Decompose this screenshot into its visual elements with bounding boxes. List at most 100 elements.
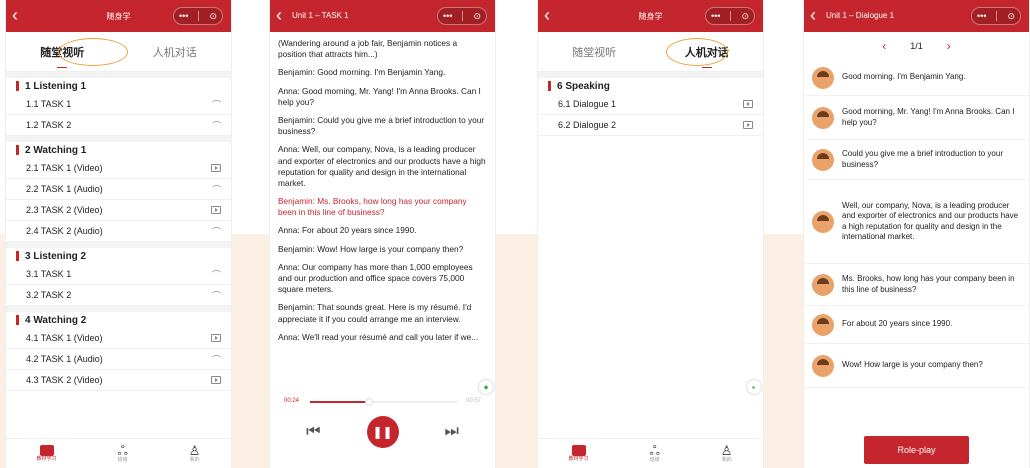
- transcript-line[interactable]: Benjamin: Ms. Brooks, how long has your …: [278, 196, 487, 218]
- book-icon: [571, 444, 586, 456]
- message-text: Well, our company, Nova, is a leading pr…: [842, 200, 1019, 241]
- transcript-line[interactable]: Benjamin: Good morning. I'm Benjamin Yan…: [278, 67, 487, 78]
- list-item[interactable]: 4.2 TASK 1 (Audio) ⌒: [6, 349, 231, 370]
- message-item[interactable]: Ms. Brooks, how long has your company be…: [804, 264, 1029, 306]
- transcript-line[interactable]: Anna: We'll read your résumé and call yo…: [278, 332, 487, 343]
- list-item[interactable]: 4.1 TASK 1 (Video): [6, 328, 231, 349]
- nav-textbook[interactable]: 教材学习: [37, 444, 57, 463]
- previous-icon[interactable]: ⏮: [306, 423, 320, 441]
- video-icon: [211, 376, 221, 384]
- video-icon: [211, 206, 221, 214]
- back-icon[interactable]: ‹: [810, 6, 816, 24]
- more-icon[interactable]: •••: [711, 11, 720, 21]
- transcript-line[interactable]: Benjamin: That sounds great. Here is my …: [278, 302, 487, 324]
- bottom-nav: 教材学习 ஃ 班级 ♙ 我的: [538, 438, 763, 468]
- dialogue-list: 6.1 Dialogue 1 6.2 Dialogue 2: [538, 94, 763, 136]
- list-item[interactable]: 1.1 TASK 1 ⌒: [6, 94, 231, 115]
- profile-icon: ♙: [188, 442, 201, 458]
- back-icon[interactable]: ‹: [276, 6, 282, 24]
- back-icon[interactable]: ‹: [544, 6, 550, 24]
- more-icon[interactable]: •••: [977, 11, 986, 21]
- avatar: [812, 148, 834, 171]
- list-item[interactable]: 2.4 TASK 2 (Audio) ⌒: [6, 221, 231, 242]
- headphones-icon: ⌒: [211, 99, 221, 110]
- nav-class[interactable]: ஃ 班级: [117, 442, 128, 464]
- message-text: For about 20 years since 1990.: [842, 319, 953, 329]
- message-text: Ms. Brooks, how long has your company be…: [842, 274, 1015, 294]
- headphones-icon: ⌒: [211, 226, 221, 237]
- progress-slider[interactable]: [310, 398, 457, 406]
- avatar: [812, 273, 834, 296]
- nav-textbook[interactable]: 教材学习: [569, 444, 589, 463]
- current-time: 00:24: [284, 398, 300, 404]
- message-text: Could you give me a brief introduction t…: [842, 149, 1003, 169]
- role-play-button[interactable]: Role-play: [864, 436, 969, 464]
- page-title: 随身学: [638, 11, 663, 21]
- mini-program-capsule[interactable]: ••• ⊙: [173, 7, 223, 25]
- message-item[interactable]: Well, our company, Nova, is a leading pr…: [804, 180, 1029, 264]
- transcript-line[interactable]: (Wandering around a job fair, Benjamin n…: [278, 38, 487, 60]
- list-item[interactable]: 1.2 TASK 2 ⌒: [6, 115, 231, 136]
- message-item[interactable]: Could you give me a brief introduction t…: [804, 140, 1029, 180]
- avatar: [812, 106, 834, 129]
- section-header: 3 Listening 2: [6, 242, 231, 264]
- transcript-line[interactable]: Anna: Our company has more than 1,000 em…: [278, 262, 487, 296]
- list-item[interactable]: 6.2 Dialogue 2: [538, 115, 763, 136]
- slider-knob[interactable]: [364, 398, 373, 406]
- transcript-line[interactable]: Benjamin: Could you give me a brief intr…: [278, 115, 487, 137]
- message-text: Good morning. I'm Benjamin Yang.: [842, 72, 966, 82]
- list-item[interactable]: 6.1 Dialogue 1: [538, 94, 763, 115]
- message-text: Good morning, Mr. Yang! I'm Anna Brooks.…: [842, 107, 1015, 127]
- transcript-line[interactable]: Anna: For about 20 years since 1990.: [278, 225, 487, 236]
- pause-button[interactable]: ❚❚: [366, 416, 399, 448]
- nav-mine[interactable]: ♙ 我的: [188, 442, 201, 464]
- nav-class[interactable]: ஃ 班级: [650, 443, 660, 464]
- video-icon: [211, 334, 221, 342]
- close-icon[interactable]: ⊙: [741, 11, 749, 22]
- more-icon[interactable]: •••: [443, 11, 452, 21]
- transcript-line[interactable]: Anna: Well, our company, Nova, is a lead…: [278, 144, 487, 189]
- list-item[interactable]: 2.2 TASK 1 (Audio) ⌒: [6, 179, 231, 200]
- message-item[interactable]: Wow! How large is your company then?: [804, 344, 1029, 388]
- section-header: 4 Watching 2: [6, 306, 231, 328]
- back-icon[interactable]: ‹: [12, 6, 18, 24]
- float-badge-icon[interactable]: ◆: [479, 380, 493, 394]
- list-item[interactable]: 3.2 TASK 2 ⌒: [6, 285, 231, 306]
- list-item[interactable]: 2.1 TASK 1 (Video): [6, 158, 231, 179]
- page-title: 随身学: [106, 11, 131, 21]
- mini-program-capsule[interactable]: ••• ⊙: [971, 7, 1021, 25]
- headphones-icon: ⌒: [211, 269, 221, 280]
- more-icon[interactable]: •••: [179, 11, 188, 21]
- mini-program-capsule[interactable]: ••• ⊙: [437, 7, 487, 25]
- transcript-line[interactable]: Benjamin: Wow! How large is your company…: [278, 244, 487, 255]
- message-item[interactable]: Good morning. I'm Benjamin Yang.: [804, 60, 1029, 96]
- message-item[interactable]: For about 20 years since 1990.: [804, 306, 1029, 344]
- mini-program-capsule[interactable]: ••• ⊙: [705, 7, 755, 25]
- tab-dialogue[interactable]: 人机对话: [143, 40, 207, 64]
- section-header: 6 Speaking: [538, 72, 763, 94]
- message-item[interactable]: Good morning, Mr. Yang! I'm Anna Brooks.…: [804, 96, 1029, 140]
- list-item[interactable]: 4.3 TASK 2 (Video): [6, 370, 231, 391]
- prev-page-icon[interactable]: ‹: [882, 39, 886, 53]
- video-icon: [211, 164, 221, 172]
- group-icon: ஃ: [117, 442, 128, 458]
- close-icon[interactable]: ⊙: [473, 11, 481, 22]
- page-title: Unit 1 – TASK 1: [292, 11, 349, 20]
- tab-class-listening[interactable]: 随堂视听: [562, 40, 626, 64]
- section-header: 1 Listening 1: [6, 72, 231, 94]
- nav-mine[interactable]: ♙ 我的: [721, 443, 733, 464]
- next-icon[interactable]: ⏭: [445, 423, 459, 441]
- pager: ‹ 1/1 ›: [804, 32, 1029, 60]
- message-list: Good morning. I'm Benjamin Yang. Good mor…: [804, 60, 1029, 388]
- list-item[interactable]: 3.1 TASK 1 ⌒: [6, 264, 231, 285]
- page-indicator: 1/1: [910, 41, 923, 51]
- avatar: [812, 210, 834, 233]
- title-bar: ‹ Unit 1 – Dialogue 1 ••• ⊙: [804, 0, 1029, 32]
- transcript-line[interactable]: Anna: Good morning, Mr. Yang! I'm Anna B…: [278, 86, 487, 108]
- next-page-icon[interactable]: ›: [947, 39, 951, 53]
- close-icon[interactable]: ⊙: [209, 11, 217, 22]
- close-icon[interactable]: ⊙: [1007, 11, 1015, 22]
- list-item[interactable]: 2.3 TASK 2 (Video): [6, 200, 231, 221]
- float-badge-icon[interactable]: ▸: [747, 380, 761, 394]
- avatar: [812, 313, 834, 336]
